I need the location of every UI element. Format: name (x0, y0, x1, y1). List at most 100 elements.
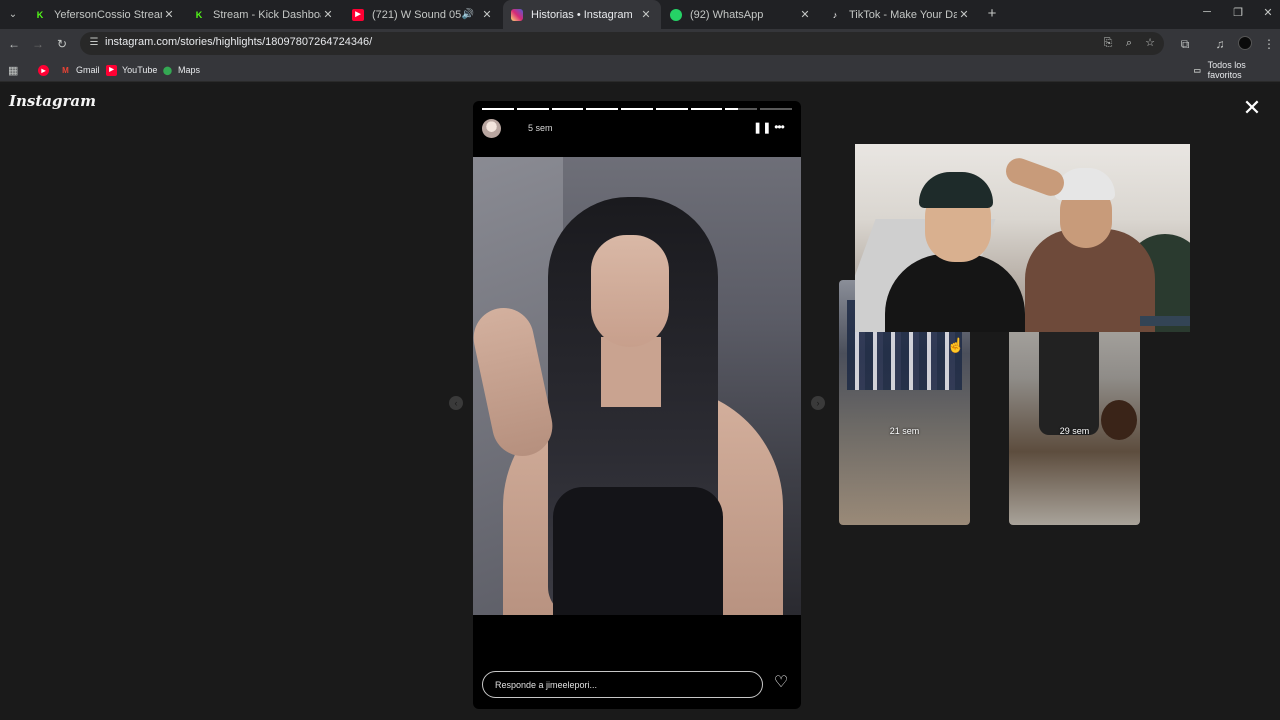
speaker-icon[interactable]: 🔊 (462, 9, 474, 20)
more-options-icon[interactable]: ••• (771, 120, 787, 134)
zoom-icon[interactable]: ⌕ (1121, 35, 1137, 51)
close-icon[interactable]: ✕ (1241, 97, 1263, 119)
story-subject-top (553, 487, 723, 615)
reload-icon[interactable]: ↻ (53, 35, 71, 53)
story-video[interactable] (473, 157, 801, 615)
address-bar[interactable]: ☰ instagram.com/stories/highlights/18097… (80, 32, 1164, 55)
bookmark-youtube[interactable]: ▶ YouTube (106, 63, 157, 77)
progress-segment-fill (482, 108, 514, 110)
webcam-overlay (855, 144, 1190, 332)
progress-segment (621, 108, 653, 110)
tab-title: YefersonCossio Stream - Watch (54, 8, 162, 21)
close-tab-icon[interactable]: ✕ (639, 8, 653, 21)
tab-title: Stream - Kick Dashboard (213, 8, 321, 21)
bookmark-label: YouTube (122, 65, 158, 75)
previous-story-arrow[interactable]: ‹ (449, 396, 463, 410)
close-tab-icon[interactable]: ✕ (957, 8, 971, 21)
progress-segment (551, 108, 584, 110)
tab-kick-dashboard[interactable]: K Stream - Kick Dashboard ✕ (185, 0, 343, 29)
progress-segment (586, 108, 619, 110)
gmail-icon: M (62, 65, 69, 75)
tab-title: TikTok - Make Your Day (849, 8, 957, 21)
instagram-icon (511, 8, 523, 21)
instagram-logo[interactable]: Instagram (9, 92, 96, 110)
webcam-arm (1002, 154, 1068, 200)
progress-segment (482, 108, 514, 110)
progress-segment-fill (655, 108, 688, 110)
profile-avatar[interactable] (1238, 36, 1252, 50)
reply-placeholder: Responde a jimeelepori... (495, 680, 598, 690)
webcam-banner (1140, 316, 1190, 326)
tab-search-button[interactable]: ⌄ (4, 6, 22, 24)
progress-segment-fill (551, 108, 584, 110)
new-tab-button[interactable]: + (984, 5, 1000, 23)
folder-icon: ▭ (1193, 65, 1202, 75)
mouse-cursor-icon: ☝ (947, 337, 965, 353)
browser-toolbar: ← → ↻ ☰ instagram.com/stories/highlights… (0, 29, 1280, 58)
extensions-icon[interactable]: ⧉ (1176, 35, 1194, 53)
bookmark-label: Gmail (76, 65, 100, 75)
progress-segment-fill (516, 108, 549, 110)
story-subject-face (591, 235, 669, 347)
bookmark-gmail[interactable]: M Gmail (60, 63, 100, 77)
tab-whatsapp[interactable]: (92) WhatsApp ✕ (662, 0, 820, 29)
tab-youtube[interactable]: ▶ (721) W Sound 05 "LA PLENA" 🔊 ✕ (344, 0, 502, 29)
preview-timestamp: 29 sem (1059, 426, 1090, 436)
pause-icon[interactable]: ❚❚ (753, 121, 771, 135)
menu-icon[interactable]: ⋮ (1260, 35, 1278, 53)
tab-strip: ⌄ K YefersonCossio Stream - Watch ✕ K St… (0, 0, 1280, 29)
reply-input[interactable]: Responde a jimeelepori... (482, 671, 763, 698)
story-user-avatar[interactable] (482, 119, 501, 138)
kick-icon: K (195, 9, 203, 20)
close-window-button[interactable]: ✕ (1258, 6, 1278, 22)
progress-segment (655, 108, 688, 110)
close-tab-icon[interactable]: ✕ (480, 8, 494, 21)
bookmarks-bar: ▦ ▸ M Gmail ▶ YouTube ⬤ Maps ▭ Todos los… (0, 58, 1280, 82)
progress-segment (516, 108, 549, 110)
back-icon[interactable]: ← (5, 35, 23, 53)
media-control-icon[interactable]: ♫ (1211, 35, 1229, 53)
progress-segment (690, 108, 723, 110)
progress-segment-fill (690, 108, 723, 110)
tab-title: Historias • Instagram (531, 8, 633, 21)
maps-icon: ⬤ (163, 65, 172, 75)
all-bookmarks[interactable]: ▭ Todos los favoritos (1192, 60, 1280, 80)
bookmark-star-icon[interactable]: ☆ (1142, 35, 1158, 51)
restore-button[interactable]: ❐ (1228, 6, 1248, 22)
url-text[interactable]: instagram.com/stories/highlights/1809780… (105, 36, 372, 48)
webcam-cap (919, 172, 993, 208)
apps-icon[interactable]: ▦ (8, 63, 18, 77)
tab-instagram[interactable]: Historias • Instagram ✕ (503, 0, 661, 29)
story-subject-neck (601, 337, 661, 407)
youtube-icon: ▶ (352, 8, 364, 21)
kick-icon: K (36, 9, 44, 20)
install-app-icon[interactable]: ⎘ (1100, 35, 1116, 51)
next-story-arrow[interactable]: › (811, 396, 825, 410)
preview-timestamp: 21 sem (889, 426, 920, 436)
progress-segment (725, 108, 758, 110)
story-timestamp: 5 sem (528, 123, 553, 133)
whatsapp-icon (670, 8, 682, 21)
progress-segment (760, 108, 793, 110)
tab-title: (92) WhatsApp (690, 8, 764, 21)
progress-segment-fill (586, 108, 619, 110)
tab-kick-stream[interactable]: K YefersonCossio Stream - Watch ✕ (26, 0, 184, 29)
close-tab-icon[interactable]: ✕ (321, 8, 335, 21)
progress-segment-fill (621, 108, 653, 110)
forward-icon[interactable]: → (29, 35, 47, 53)
youtube-music-icon: ▸ (38, 64, 49, 76)
site-info-icon[interactable]: ☰ (86, 35, 102, 51)
tab-tiktok[interactable]: ♪ TikTok - Make Your Day ✕ (821, 0, 979, 29)
bookmark-maps[interactable]: ⬤ Maps (162, 63, 200, 77)
active-story[interactable]: 5 sem ❚❚ ••• Responde a jimeelepori... ♡ (473, 101, 801, 709)
bookmark-label: Maps (178, 65, 201, 75)
bookmark-youtube-music[interactable]: ▸ (38, 63, 54, 77)
tiktok-icon: ♪ (832, 9, 838, 20)
tab-title: (721) W Sound 05 "LA PLENA" (372, 8, 462, 21)
story-progress-bar (482, 108, 793, 110)
close-tab-icon[interactable]: ✕ (162, 8, 176, 21)
all-bookmarks-label: Todos los favoritos (1207, 60, 1246, 80)
minimize-button[interactable]: ─ (1197, 6, 1217, 22)
close-tab-icon[interactable]: ✕ (798, 8, 812, 21)
like-heart-icon[interactable]: ♡ (771, 673, 791, 693)
